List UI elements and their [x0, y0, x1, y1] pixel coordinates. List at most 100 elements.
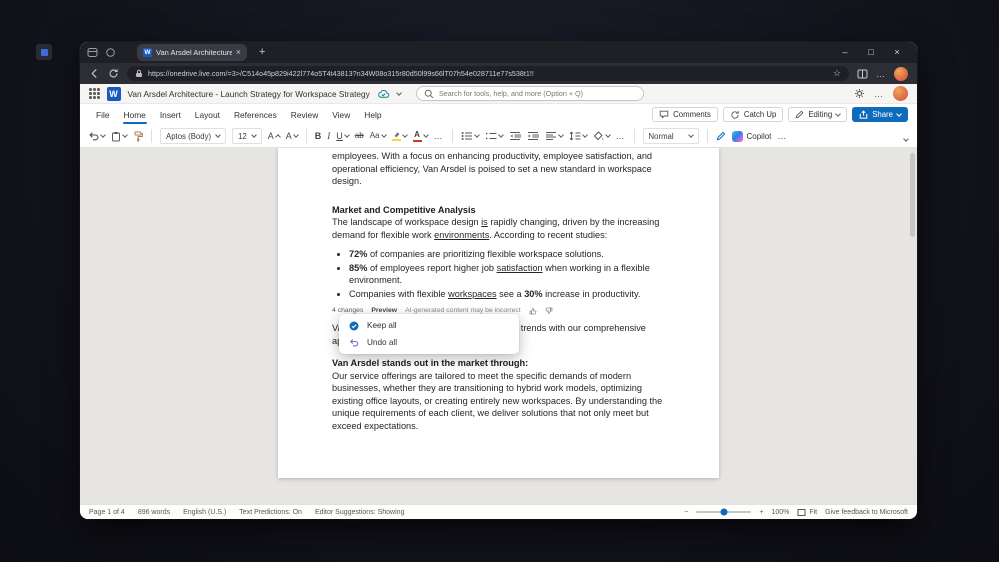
chevron-up-icon: [275, 134, 281, 140]
editing-mode-button[interactable]: Editing: [788, 107, 847, 122]
copilot-button[interactable]: Copilot: [732, 131, 772, 142]
ribbon-more-button[interactable]: …: [777, 132, 787, 141]
styles-select[interactable]: Normal: [643, 128, 699, 144]
undo-button[interactable]: [88, 131, 105, 141]
status-word-count[interactable]: 896 words: [138, 509, 170, 516]
italic-button[interactable]: I: [327, 132, 330, 141]
status-language[interactable]: English (U.S.): [183, 509, 226, 516]
alignment-button[interactable]: [545, 131, 563, 141]
shrink-font-button[interactable]: A: [286, 132, 298, 141]
menu-tab-layout[interactable]: Layout: [188, 104, 227, 125]
word-logo[interactable]: W: [107, 87, 121, 101]
word-header: W Van Arsdel Architecture - Launch Strat…: [80, 84, 917, 104]
document-title[interactable]: Van Arsdel Architecture - Launch Strateg…: [128, 89, 370, 99]
desktop-shortcut-icon[interactable]: [36, 44, 52, 60]
fit-button[interactable]: Fit: [797, 508, 817, 517]
strikethrough-button[interactable]: ab: [355, 132, 364, 140]
menu-tab-view[interactable]: View: [325, 104, 357, 125]
new-tab-button[interactable]: +: [259, 47, 265, 58]
bold-button[interactable]: B: [315, 132, 322, 141]
chevron-down-icon: [835, 111, 841, 117]
status-text-predictions[interactable]: Text Predictions: On: [239, 509, 302, 516]
change-case-button[interactable]: Aa: [370, 132, 386, 140]
catch-up-icon: [730, 110, 740, 120]
close-button[interactable]: ×: [884, 42, 910, 63]
browser-split-screen-icon[interactable]: [857, 69, 868, 79]
undo-all-menu-item[interactable]: Undo all: [339, 334, 519, 351]
status-editor-suggestions[interactable]: Editor Suggestions: Showing: [315, 509, 405, 516]
header-more-icon[interactable]: …: [874, 89, 884, 99]
scrollbar[interactable]: [910, 153, 915, 237]
editor-button[interactable]: [716, 131, 726, 141]
settings-gear-icon[interactable]: [854, 88, 865, 99]
menu-tab-review[interactable]: Review: [284, 104, 325, 125]
refresh-icon[interactable]: [108, 68, 119, 79]
address-bar[interactable]: https://onedrive.live.com/=3>/C514o45p82…: [127, 66, 849, 81]
menu-tab-file[interactable]: File: [89, 104, 117, 125]
app-launcher-icon[interactable]: [89, 88, 100, 99]
browser-menu-icon[interactable]: …: [876, 69, 886, 79]
zoom-out-button[interactable]: −: [684, 509, 688, 516]
ai-suggestion-menu: Keep all Undo all: [339, 314, 519, 354]
title-chevron-down-icon[interactable]: [396, 90, 402, 96]
outdent-button[interactable]: [509, 131, 521, 141]
thumbs-up-icon[interactable]: [529, 307, 537, 315]
underline-button[interactable]: U: [336, 132, 349, 141]
tab-close-icon[interactable]: ×: [236, 48, 241, 57]
zoom-slider[interactable]: [696, 511, 751, 513]
menu-tab-home[interactable]: Home: [117, 104, 153, 125]
format-painter-button[interactable]: [133, 131, 143, 142]
browser-tab[interactable]: W Van Arsdel Architecture ×: [137, 44, 247, 61]
share-button[interactable]: Share: [852, 107, 908, 122]
font-size-select[interactable]: 12: [232, 128, 262, 144]
document-canvas: employees. With a focus on enhancing pro…: [80, 148, 917, 504]
account-avatar[interactable]: [893, 86, 908, 101]
zoom-level[interactable]: 100%: [771, 509, 789, 516]
ribbon-collapse-icon[interactable]: [903, 136, 909, 142]
search-box[interactable]: [416, 86, 644, 101]
copilot-icon: [732, 131, 743, 142]
line-spacing-button[interactable]: [569, 131, 587, 141]
search-input[interactable]: [439, 89, 636, 98]
saved-status-icon[interactable]: [377, 89, 390, 99]
zoom-slider-handle[interactable]: [720, 509, 727, 516]
minimize-button[interactable]: –: [832, 42, 858, 63]
catch-up-button[interactable]: Catch Up: [723, 107, 784, 122]
browser-window: W Van Arsdel Architecture × + – □ ×: [80, 42, 917, 519]
menu-tab-help[interactable]: Help: [357, 104, 388, 125]
keep-all-menu-item[interactable]: Keep all: [339, 317, 519, 334]
feedback-link[interactable]: Give feedback to Microsoft: [825, 509, 908, 516]
font-color-icon: A: [413, 131, 422, 142]
menu-tab-insert[interactable]: Insert: [153, 104, 188, 125]
font-color-button[interactable]: A: [413, 131, 428, 142]
document-page[interactable]: employees. With a focus on enhancing pro…: [278, 148, 719, 478]
font-name-select[interactable]: Aptos (Body): [160, 128, 226, 144]
shading-button[interactable]: [593, 131, 610, 141]
status-bar: Page 1 of 4 896 words English (U.S.) Tex…: [80, 504, 917, 519]
tab-actions-icon[interactable]: [87, 47, 98, 58]
word-favicon: W: [143, 48, 152, 57]
font-more-button[interactable]: …: [434, 132, 444, 141]
chevron-down-icon: [215, 132, 221, 138]
menu-tab-references[interactable]: References: [227, 104, 284, 125]
status-page-count[interactable]: Page 1 of 4: [89, 509, 125, 516]
bullets-button[interactable]: [461, 131, 479, 141]
indent-button[interactable]: [527, 131, 539, 141]
search-icon: [424, 89, 434, 99]
highlight-button[interactable]: [392, 131, 407, 141]
paste-button[interactable]: [111, 131, 127, 142]
list-item: Companies with flexible workspaces see a…: [349, 288, 665, 301]
comments-button[interactable]: Comments: [652, 107, 718, 122]
favorites-star-icon[interactable]: ☆: [833, 69, 841, 78]
ribbon: Aptos (Body) 12 A A B I U ab: [80, 125, 917, 148]
back-icon[interactable]: [89, 68, 100, 79]
paragraph-more-button[interactable]: …: [616, 132, 626, 141]
browser-profile-avatar[interactable]: [894, 67, 908, 81]
extensions-icon[interactable]: [105, 47, 116, 58]
maximize-button[interactable]: □: [858, 42, 884, 63]
thumbs-down-icon[interactable]: [545, 307, 553, 315]
numbering-button[interactable]: [485, 131, 503, 141]
grow-font-button[interactable]: A: [268, 132, 280, 141]
header-right: …: [854, 86, 908, 101]
zoom-in-button[interactable]: +: [759, 509, 763, 516]
